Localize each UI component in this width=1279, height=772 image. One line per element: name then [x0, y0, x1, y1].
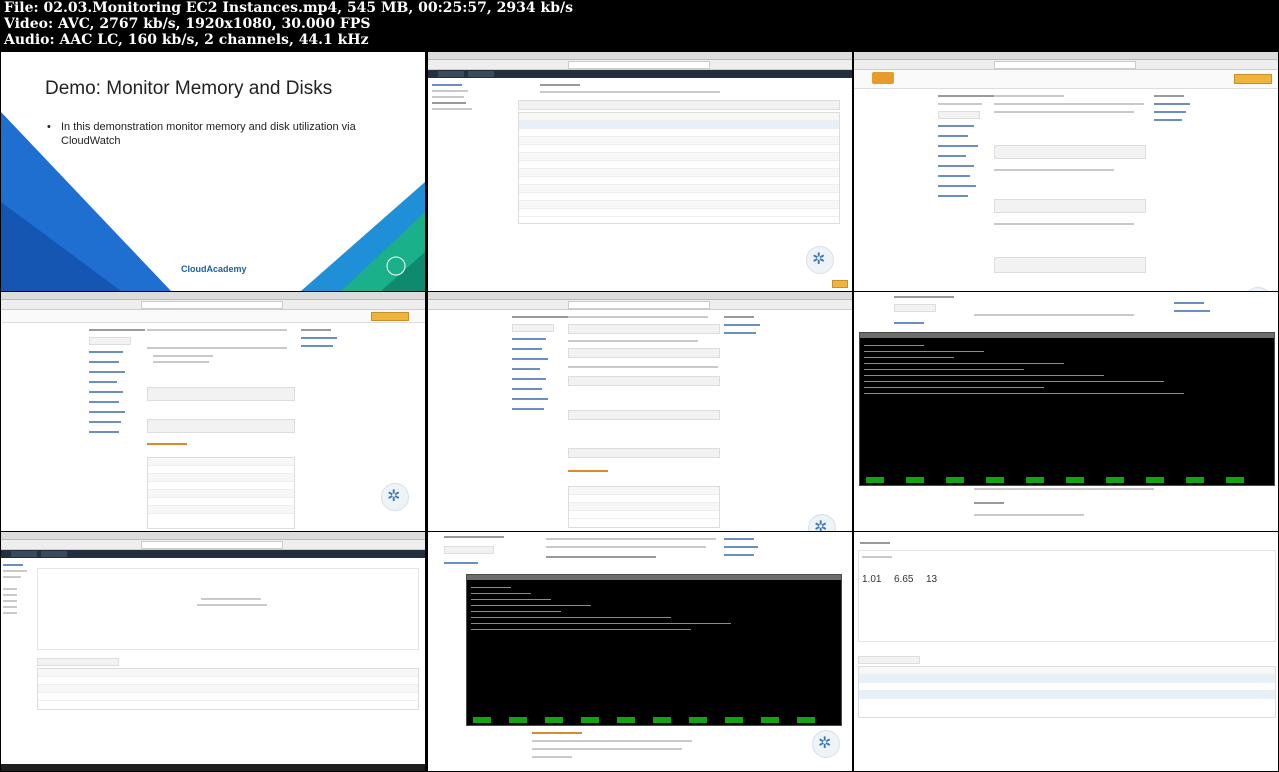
metrics-table [37, 668, 419, 710]
metric-value-2: 6.65 [894, 574, 914, 585]
address-bar [568, 61, 710, 69]
metrics-table [858, 666, 1276, 718]
graph-panel [37, 568, 419, 650]
video-info-header: File: 02.03.Monitoring EC2 Instances.mp4… [0, 0, 1279, 51]
cloudacademy-widget-icon[interactable] [806, 246, 834, 274]
thumbnail-grid: Demo: Monitor Memory and Disks In this d… [0, 51, 1279, 772]
thumbnail-docs-metrics [1, 292, 425, 531]
terminal-window[interactable] [859, 332, 1275, 486]
cloudacademy-logo: CloudAcademy [181, 264, 247, 274]
metric-widget-panel [858, 550, 1276, 642]
terminal-window[interactable] [466, 574, 842, 726]
cloudacademy-widget-icon[interactable] [1244, 287, 1272, 291]
video-info: Video: AVC, 2767 kb/s, 1920x1080, 30.000… [4, 16, 371, 32]
metric-value-1: 1.01 [862, 574, 882, 585]
thumbnail-attach-policy [428, 52, 852, 291]
taskbar [1, 764, 425, 771]
thumbnail-terminal-1 [854, 292, 1278, 531]
thumbnail-metrics-values: 1.01 6.65 13 [854, 532, 1278, 771]
cloudacademy-widget-icon[interactable] [381, 483, 409, 511]
aws-nav-bar [428, 70, 852, 78]
metric-value-3: 13 [926, 574, 938, 585]
cloudacademy-widget-icon[interactable] [808, 514, 836, 531]
sign-up-button[interactable] [1234, 74, 1272, 84]
aws-logo [872, 72, 894, 84]
policy-table [518, 112, 840, 224]
thumbnail-cloudwatch-graph [1, 532, 425, 771]
thumbnail-docs-examples [428, 292, 852, 531]
thumbnail-docs-prerequisites [854, 52, 1278, 291]
file-info: File: 02.03.Monitoring EC2 Instances.mp4… [4, 0, 573, 16]
attach-policy-button[interactable] [832, 280, 848, 288]
cloudacademy-widget-icon[interactable] [812, 730, 840, 758]
slide-bullet: In this demonstration monitor memory and… [47, 120, 391, 148]
thumbnail-slide: Demo: Monitor Memory and Disks In this d… [1, 52, 425, 291]
sign-up-button[interactable] [371, 312, 409, 321]
thumbnail-terminal-2 [428, 532, 852, 771]
slide-title: Demo: Monitor Memory and Disks [45, 78, 333, 99]
presentation-slide: Demo: Monitor Memory and Disks In this d… [1, 52, 425, 291]
audio-info: Audio: AAC LC, 160 kb/s, 2 channels, 44.… [4, 32, 369, 48]
